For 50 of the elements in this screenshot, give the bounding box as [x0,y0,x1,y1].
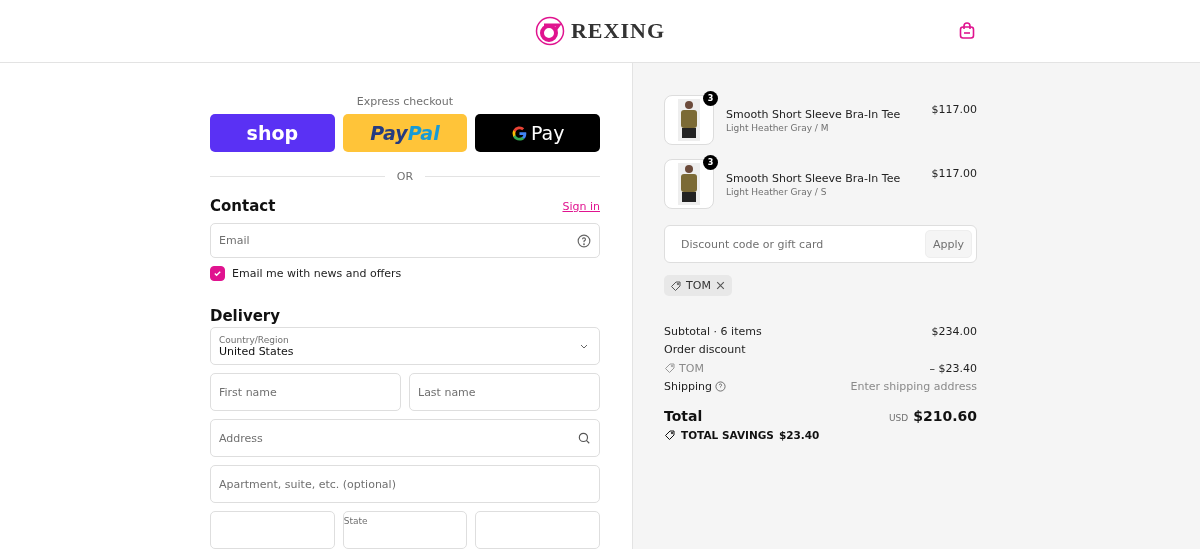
discount-field[interactable]: Discount code or gift card Apply [664,225,977,263]
total-value: $210.60 [913,408,977,424]
savings-tag-icon [664,429,676,441]
total-savings-value: $23.40 [778,429,820,441]
tshirt-photo-placeholder [678,163,700,205]
check-icon [213,269,222,278]
summary-label: Shipping [664,380,726,394]
summary-value: Enter shipping address [850,380,977,394]
paypal-button[interactable]: PayPal [342,114,468,152]
apply-button[interactable]: Apply [924,230,972,258]
brand-name: REXING [571,18,665,44]
tshirt-photo-placeholder [678,99,700,141]
product-price: $117.00 [931,167,977,180]
discount-input[interactable]: Discount code or gift card [673,226,925,262]
country-select[interactable]: Country/Region United States [210,327,600,365]
total-label: Total [664,407,703,424]
search-icon [577,431,591,445]
google-g-icon [510,124,528,142]
or-divider-text: OR [396,170,414,183]
product-variant: Light Heather Gray / M [726,122,830,133]
close-icon[interactable] [714,280,726,291]
state-select[interactable]: State [342,511,468,549]
shop-pay-button[interactable]: shop [210,114,335,152]
sign-in-link[interactable]: Sign in [562,199,600,213]
google-pay-button[interactable]: Pay [475,114,600,152]
discount-code: TOM [686,279,711,292]
contact-heading: Contact [210,197,276,215]
quantity-badge: 3 [703,155,718,170]
summary-label: Subtotal · 6 items [664,324,762,338]
product-name: Smooth Short Sleeve Bra-In Tee [726,171,902,185]
delivery-heading: Delivery [210,307,282,325]
product-price: $117.00 [931,103,977,116]
product-variant: Light Heather Gray / S [726,186,828,197]
help-icon[interactable] [577,233,591,248]
shopping-bag-icon[interactable] [959,22,975,39]
summary-label: TOM [664,361,704,375]
total-savings-label: TOTAL SAVINGS [681,429,774,441]
currency-code: USD [889,413,909,423]
newsletter-checkbox[interactable] [210,266,225,281]
newsletter-label: Email me with news and offers [232,267,402,280]
tag-icon [664,362,676,375]
summary-value: $234.00 [931,324,977,338]
product-name: Smooth Short Sleeve Bra-In Tee [726,107,902,121]
summary-value: – $23.40 [929,361,977,375]
help-icon[interactable] [715,381,726,393]
summary-label: Order discount [664,343,746,357]
tag-icon [670,279,682,292]
express-checkout-title: Express checkout [355,95,455,108]
logo-icon [535,16,565,46]
quantity-badge: 3 [703,91,718,106]
